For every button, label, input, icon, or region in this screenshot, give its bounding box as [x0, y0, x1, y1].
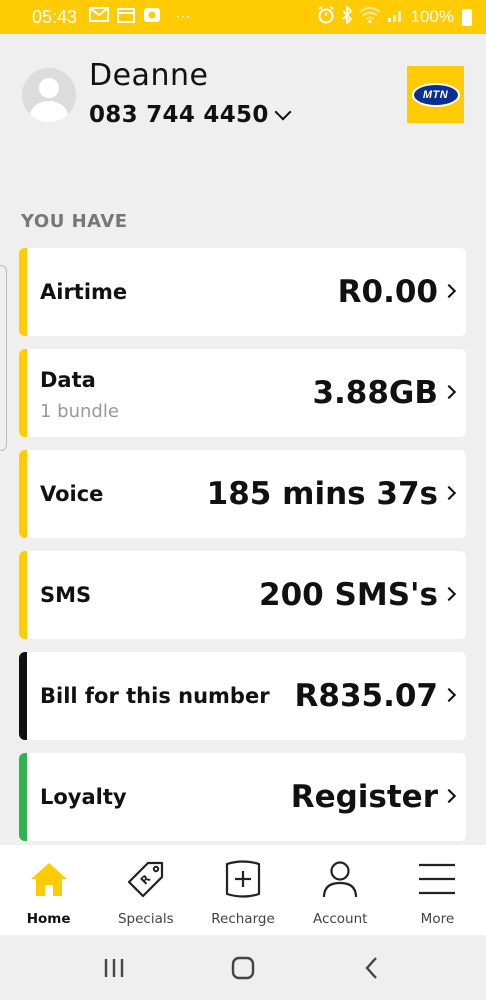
card-accent	[19, 248, 27, 336]
home-icon	[29, 859, 69, 899]
number-selector[interactable]: 083 744 4450	[89, 102, 292, 128]
bluetooth-icon	[341, 4, 353, 29]
back-chevron-icon	[365, 956, 377, 979]
card-accent	[19, 349, 27, 437]
nav-label: Specials	[117, 911, 174, 927]
nav-item-more[interactable]: More	[389, 845, 486, 935]
home-square-icon	[231, 956, 255, 979]
svg-text:R: R	[138, 872, 154, 888]
card-value: 185 mins 37s	[206, 476, 438, 512]
card-value: R835.07	[294, 678, 439, 714]
calendar-icon	[117, 7, 136, 28]
balance-card-sms[interactable]: SMS 200 SMS's	[19, 551, 466, 639]
card-label: Data	[40, 368, 96, 392]
avatar[interactable]	[22, 68, 76, 122]
price-tag-icon: R	[126, 859, 166, 899]
edge-panel-handle[interactable]	[0, 265, 7, 451]
recent-apps-icon	[105, 958, 124, 977]
chevron-right-icon	[441, 384, 457, 400]
card-label: Voice	[40, 482, 104, 506]
balance-card-data[interactable]: Data 1 bundle 3.88GB	[19, 349, 466, 437]
chevron-down-icon	[274, 103, 292, 121]
card-label: SMS	[40, 583, 92, 607]
mtn-logo-text: MTN	[411, 82, 460, 107]
recharge-plus-icon	[223, 859, 263, 899]
nav-item-recharge[interactable]: Recharge	[194, 845, 291, 935]
account-header: Deanne 083 744 4450 MTN	[0, 34, 486, 194]
wifi-icon	[358, 6, 381, 28]
user-name: Deanne	[89, 58, 209, 93]
status-time: 05:43	[32, 6, 78, 27]
card-label: Bill for this number	[40, 684, 270, 708]
card-value: R0.00	[337, 274, 438, 310]
bottom-navigation: Home R Specials Recharge Account More	[0, 845, 486, 935]
more-notifications-dots: ···	[175, 8, 192, 25]
section-title: YOU HAVE	[21, 211, 128, 232]
mtn-logo: MTN	[407, 66, 464, 123]
balance-card-airtime[interactable]: Airtime R0.00	[19, 248, 466, 336]
card-accent	[19, 652, 27, 740]
hamburger-menu-icon	[417, 859, 457, 899]
chevron-right-icon	[441, 687, 457, 703]
person-icon	[320, 859, 360, 899]
app-notification-icon	[143, 7, 161, 28]
balance-card-voice[interactable]: Voice 185 mins 37s	[19, 450, 466, 538]
chevron-right-icon	[441, 485, 457, 501]
card-value: 3.88GB	[312, 375, 438, 411]
home-system-button[interactable]	[213, 948, 273, 988]
nav-item-home[interactable]: Home	[0, 845, 97, 935]
chevron-right-icon	[441, 283, 457, 299]
balance-card-bill[interactable]: Bill for this number R835.07	[19, 652, 466, 740]
chevron-right-icon	[441, 586, 457, 602]
signal-icon	[387, 7, 405, 28]
nav-item-specials[interactable]: R Specials	[97, 845, 194, 935]
card-sublabel: 1 bundle	[40, 401, 119, 422]
card-value: 200 SMS's	[259, 577, 438, 613]
back-button[interactable]	[342, 948, 402, 988]
battery-icon	[462, 8, 472, 26]
chevron-right-icon	[441, 788, 457, 804]
card-accent	[19, 753, 27, 841]
status-bar: 05:43 ··· 100%	[0, 0, 486, 34]
nav-label: Recharge	[211, 911, 275, 927]
card-accent	[19, 450, 27, 538]
recent-apps-button[interactable]	[84, 948, 144, 988]
card-value: Register	[290, 779, 438, 815]
balance-card-loyalty[interactable]: Loyalty Register	[19, 753, 466, 841]
nav-item-account[interactable]: Account	[292, 845, 389, 935]
battery-percentage: 100%	[410, 7, 454, 26]
nav-label: Home	[26, 911, 71, 927]
alarm-icon	[317, 5, 335, 29]
nav-label: More	[420, 911, 455, 927]
phone-number: 083 744 4450	[89, 102, 269, 128]
card-label: Loyalty	[40, 785, 127, 809]
card-label: Airtime	[40, 280, 128, 304]
card-accent	[19, 551, 27, 639]
system-navigation-bar	[0, 935, 486, 1000]
nav-label: Account	[312, 911, 368, 927]
mail-icon	[89, 7, 110, 27]
